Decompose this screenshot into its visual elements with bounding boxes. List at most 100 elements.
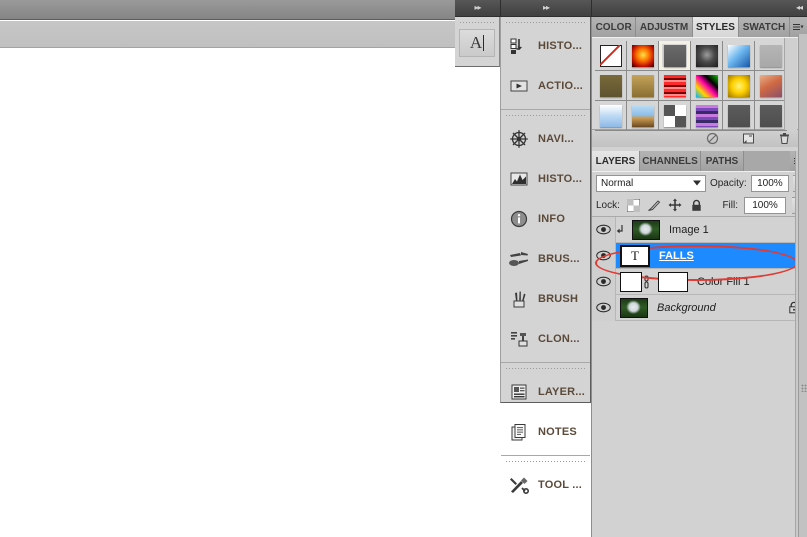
collapse-right-icon[interactable]: ◂◂ <box>796 4 803 12</box>
layer-name[interactable]: Color Fill 1 <box>697 276 750 288</box>
text-cursor-icon <box>483 35 485 51</box>
eye-icon <box>596 250 611 261</box>
clipping-mask-arrow-icon <box>616 224 628 235</box>
layer-name[interactable]: Image 1 <box>669 224 709 236</box>
tab-adjustm[interactable]: ADJUSTM <box>636 17 693 37</box>
layer-visibility-toggle[interactable] <box>592 268 616 295</box>
styles-scrollbar[interactable] <box>784 38 797 130</box>
dock-item-layer[interactable]: LAYER... <box>501 372 590 412</box>
icon-dock-titlebar[interactable]: ▸▸ <box>500 0 591 17</box>
character-panel-icon[interactable]: A <box>459 29 495 57</box>
style-swatch-noise-style[interactable] <box>659 101 691 131</box>
dock-item-label: BRUS... <box>538 253 580 265</box>
collapse-mid-icon[interactable]: ▸▸ <box>543 4 550 12</box>
opacity-label: Opacity: <box>709 177 747 189</box>
layer-visibility-toggle[interactable] <box>592 294 616 321</box>
dock-grip[interactable] <box>459 19 495 26</box>
lock-label: Lock: <box>596 199 620 211</box>
lock-image-pixels-icon[interactable] <box>647 198 662 213</box>
style-swatch-dark-ring-style[interactable] <box>691 41 723 71</box>
swatch-preview <box>663 44 686 67</box>
info-icon <box>508 208 530 230</box>
dock-resize-grip[interactable] <box>801 384 807 392</box>
swatch-preview <box>695 74 718 97</box>
dock-group-grip[interactable] <box>505 365 586 372</box>
dock-item-label: BRUSH <box>538 293 579 305</box>
dock-item-brush[interactable]: BRUSH <box>501 279 590 319</box>
style-swatch-dark-gray-a-style[interactable] <box>723 101 755 131</box>
layer-row[interactable]: Image 1 <box>592 216 807 243</box>
dock-item-brus[interactable]: BRUS... <box>501 239 590 279</box>
new-style-icon[interactable] <box>741 132 755 146</box>
layers-panel-body: Normal Opacity: 100% Lock: Fill: 100% Im… <box>592 171 807 321</box>
lock-transparent-pixels-icon[interactable] <box>626 198 641 213</box>
dock-group-grip[interactable] <box>505 112 586 119</box>
layer-name[interactable]: FALLS <box>659 250 694 262</box>
dock-item-clon[interactable]: CLON... <box>501 319 590 359</box>
dock-item-navi[interactable]: NAVI... <box>501 119 590 159</box>
style-swatch-sunset-style[interactable] <box>755 71 787 101</box>
style-swatch-red-glow-style[interactable] <box>627 41 659 71</box>
dock-item-histo[interactable]: HISTO... <box>501 26 590 66</box>
swatch-preview <box>631 74 654 97</box>
tab-swatch[interactable]: SWATCH <box>739 17 790 37</box>
style-swatch-red-stripes-style[interactable] <box>659 71 691 101</box>
dock-item-info[interactable]: INFO <box>501 199 590 239</box>
style-swatch-tan-gradient-style[interactable] <box>627 71 659 101</box>
style-swatch-rainbow-abstract-style[interactable] <box>691 71 723 101</box>
lock-position-icon[interactable] <box>668 198 683 213</box>
style-swatch-purple-stripes-style[interactable] <box>691 101 723 131</box>
text-layer-thumbnail[interactable]: T <box>620 244 650 267</box>
style-swatch-none-style[interactable] <box>595 41 627 71</box>
blend-mode-select[interactable]: Normal <box>596 174 706 192</box>
collapse-left-icon[interactable]: ▸▸ <box>474 4 481 12</box>
clear-style-icon[interactable] <box>705 132 719 146</box>
navigator-icon <box>508 128 530 150</box>
layer-comps-icon <box>508 381 530 403</box>
tab-channels[interactable]: CHANNELS <box>640 151 701 171</box>
dock-item-tool[interactable]: TOOL ... <box>501 465 590 505</box>
layer-row[interactable]: Background <box>592 294 807 321</box>
styles-panel-body <box>592 37 807 131</box>
layer-photo-thumbnail[interactable] <box>620 297 648 318</box>
tab-color[interactable]: COLOR <box>592 17 637 37</box>
fill-input[interactable]: 100% <box>744 196 786 214</box>
styles-swatch-grid <box>595 41 807 131</box>
swatch-preview <box>599 104 622 127</box>
lock-all-icon[interactable] <box>689 198 704 213</box>
dock-group-0: HISTO... ACTIO... <box>501 19 590 110</box>
layer-mask-thumbnail[interactable] <box>658 271 688 292</box>
link-mask-icon[interactable] <box>642 274 654 289</box>
swatch-preview <box>727 74 750 97</box>
dock-item-actio[interactable]: ACTIO... <box>501 66 590 106</box>
swatch-preview <box>599 44 622 67</box>
layer-row[interactable]: T FALLS <box>592 242 807 269</box>
opacity-input[interactable]: 100% <box>750 174 790 192</box>
right-dock-titlebar[interactable]: ◂◂ <box>591 0 807 17</box>
dock-group-grip[interactable] <box>505 458 586 465</box>
layer-row[interactable]: Color Fill 1 <box>592 268 807 295</box>
delete-style-icon[interactable] <box>777 132 791 146</box>
layer-visibility-toggle[interactable] <box>592 242 616 269</box>
tab-styles[interactable]: STYLES <box>692 17 740 37</box>
dock-item-notes[interactable]: NOTES <box>501 412 590 452</box>
mini-dock-titlebar[interactable]: ▸▸ <box>455 0 500 17</box>
style-swatch-olive-brown-style[interactable] <box>595 71 627 101</box>
photoshop-window: ▸▸ ▸▸ ◂◂ A HISTO... ACTIO... NAVI... HISTO.… <box>0 0 807 537</box>
dock-group-grip[interactable] <box>505 19 586 26</box>
tab-layers[interactable]: LAYERS <box>592 151 640 171</box>
layer-visibility-toggle[interactable] <box>592 216 616 243</box>
swatch-preview <box>727 104 750 127</box>
style-swatch-blue-sky-style[interactable] <box>723 41 755 71</box>
color-fill-thumbnail[interactable] <box>620 271 642 292</box>
layer-photo-thumbnail[interactable] <box>632 219 660 240</box>
style-swatch-gray-selected-style[interactable] <box>659 41 691 71</box>
style-swatch-yellow-bevel-style[interactable] <box>723 71 755 101</box>
style-swatch-dark-gray-b-style[interactable] <box>755 101 787 131</box>
layer-name[interactable]: Background <box>657 302 716 314</box>
tab-paths[interactable]: PATHS <box>701 151 744 171</box>
style-swatch-beach-style[interactable] <box>627 101 659 131</box>
dock-item-histo[interactable]: HISTO... <box>501 159 590 199</box>
style-swatch-light-blue-style[interactable] <box>595 101 627 131</box>
style-swatch-light-gray-style[interactable] <box>755 41 787 71</box>
